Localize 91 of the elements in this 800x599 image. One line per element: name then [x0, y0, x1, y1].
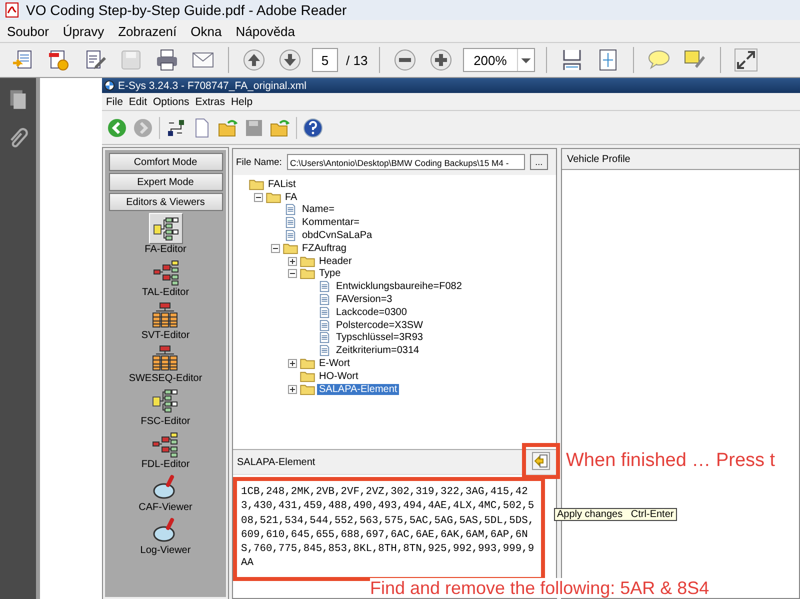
- document-icon: [317, 332, 332, 344]
- menu-item[interactable]: Help: [230, 96, 253, 108]
- tree-node[interactable]: FAList: [266, 178, 298, 190]
- tree-node[interactable]: obdCvnSaLaPa: [300, 230, 374, 242]
- tree-node[interactable]: Header: [317, 256, 354, 267]
- menu-item[interactable]: Options: [153, 96, 190, 108]
- document-icon: [283, 204, 298, 216]
- folder-icon: [266, 192, 281, 203]
- mode-button[interactable]: Expert Mode: [108, 173, 222, 191]
- editor-item[interactable]: CAF-Viewer: [138, 471, 192, 514]
- document-icon: [317, 320, 332, 331]
- browse-button[interactable]: ...: [530, 154, 548, 170]
- document-icon: [283, 230, 298, 242]
- tree-node[interactable]: SALAPA-Element: [317, 384, 400, 395]
- tree-toggle[interactable]: [288, 359, 297, 368]
- panel-title: Vehicle Profile: [567, 154, 630, 164]
- tree-node[interactable]: Type: [317, 268, 343, 280]
- document-icon: [283, 217, 298, 228]
- fullscreen-icon[interactable]: [734, 48, 758, 72]
- folder-icon: [300, 358, 315, 370]
- menu-item[interactable]: Nápověda: [236, 24, 296, 38]
- folder-icon: [300, 256, 315, 267]
- document-icon: [317, 294, 332, 306]
- page-number-field[interactable]: 5: [312, 48, 338, 72]
- tree-node[interactable]: Polstercode=X3SW: [334, 320, 425, 331]
- mode-button[interactable]: Editors & Viewers: [108, 193, 222, 211]
- window-title: VO Coding Step-by-Step Guide.pdf - Adobe Reader: [26, 2, 347, 18]
- tree-node[interactable]: FZAuftrag: [300, 242, 348, 254]
- folder-icon: [300, 268, 315, 280]
- branch-icon: [151, 430, 180, 458]
- document-icon: [317, 345, 332, 356]
- folder-icon: [249, 178, 264, 190]
- apply-button[interactable]: [532, 452, 550, 470]
- tree-node[interactable]: E-Wort: [317, 358, 352, 370]
- zoom-out-icon[interactable]: [392, 48, 417, 72]
- tree-toggle[interactable]: [254, 192, 263, 202]
- document-icon: [317, 306, 332, 318]
- menu-item[interactable]: Úpravy: [62, 24, 104, 38]
- table-icon: [151, 344, 180, 372]
- help-icon[interactable]: [303, 118, 323, 138]
- mode-button[interactable]: Comfort Mode: [108, 153, 222, 171]
- folder-icon: [300, 370, 315, 382]
- tree-node[interactable]: Zeitkriterium=0314: [334, 345, 422, 356]
- hierarchy-icon: [151, 386, 180, 414]
- connection-icon[interactable]: [166, 118, 186, 138]
- open-folder-icon[interactable]: [270, 118, 290, 138]
- folder-icon: [300, 384, 315, 395]
- tree-node[interactable]: Typschlüssel=3R93: [334, 332, 425, 344]
- editor-item[interactable]: SVT-Editor: [141, 299, 190, 342]
- tooltip: Apply changes Ctrl-Enter: [554, 508, 677, 521]
- tree-toggle[interactable]: [288, 256, 297, 266]
- file-name-label: File Name:: [236, 156, 282, 168]
- tree-node[interactable]: HO-Wort: [317, 370, 360, 382]
- menu-item[interactable]: Extras: [195, 96, 225, 108]
- document-icon: [317, 281, 332, 292]
- page-count: / 13: [346, 52, 368, 68]
- zoom-dropdown[interactable]: 200%: [462, 48, 535, 72]
- tree-toggle[interactable]: [271, 244, 280, 253]
- tree-node[interactable]: FAVersion=3: [334, 294, 394, 306]
- logo-icon: [104, 80, 115, 91]
- menu-item[interactable]: Zobrazení: [118, 24, 177, 38]
- panel-title: SALAPA-Element: [237, 456, 316, 468]
- tree-node[interactable]: FA: [283, 192, 300, 203]
- editor-item[interactable]: SWESEQ-Editor: [128, 342, 202, 385]
- editor-item[interactable]: Log-Viewer: [140, 514, 191, 557]
- hierarchy-icon: [152, 214, 180, 242]
- editor-item[interactable]: TAL-Editor: [142, 256, 190, 299]
- file-path-field[interactable]: C:\Users\Antonio\Desktop\BMW Coding Backups\15 M4 -: [286, 154, 525, 170]
- tree-node[interactable]: Kommentar=: [300, 217, 362, 228]
- menu-item[interactable]: Edit: [128, 96, 148, 108]
- menu-item[interactable]: Soubor: [7, 24, 49, 38]
- editor-item[interactable]: FDL-Editor: [141, 428, 190, 471]
- menu-item[interactable]: File: [106, 96, 123, 108]
- tree-toggle[interactable]: [288, 269, 297, 278]
- folder-icon: [283, 242, 298, 254]
- tree-node[interactable]: Name=: [300, 204, 337, 216]
- document-gear-icon[interactable]: [47, 48, 71, 72]
- tree-node[interactable]: Entwicklungsbaureihe=F082: [334, 281, 464, 292]
- editor-item[interactable]: FSC-Editor: [140, 385, 190, 428]
- tree-node[interactable]: Lackcode=0300: [334, 306, 409, 318]
- app-title: E-Sys 3.24.3 - F708747_FA_original.xml: [118, 80, 307, 92]
- tree-toggle[interactable]: [288, 384, 297, 394]
- annotation-text: Find and remove the following: 5AR & 8S4: [370, 578, 710, 598]
- print-icon[interactable]: [155, 48, 179, 72]
- open-folder-icon[interactable]: [218, 118, 238, 138]
- branch-icon: [152, 258, 180, 286]
- menu-item[interactable]: Okna: [190, 24, 222, 38]
- zoom-in-icon[interactable]: [428, 48, 453, 72]
- pdf-icon: [4, 2, 20, 18]
- table-icon: [151, 300, 180, 328]
- comment-icon[interactable]: [646, 48, 671, 72]
